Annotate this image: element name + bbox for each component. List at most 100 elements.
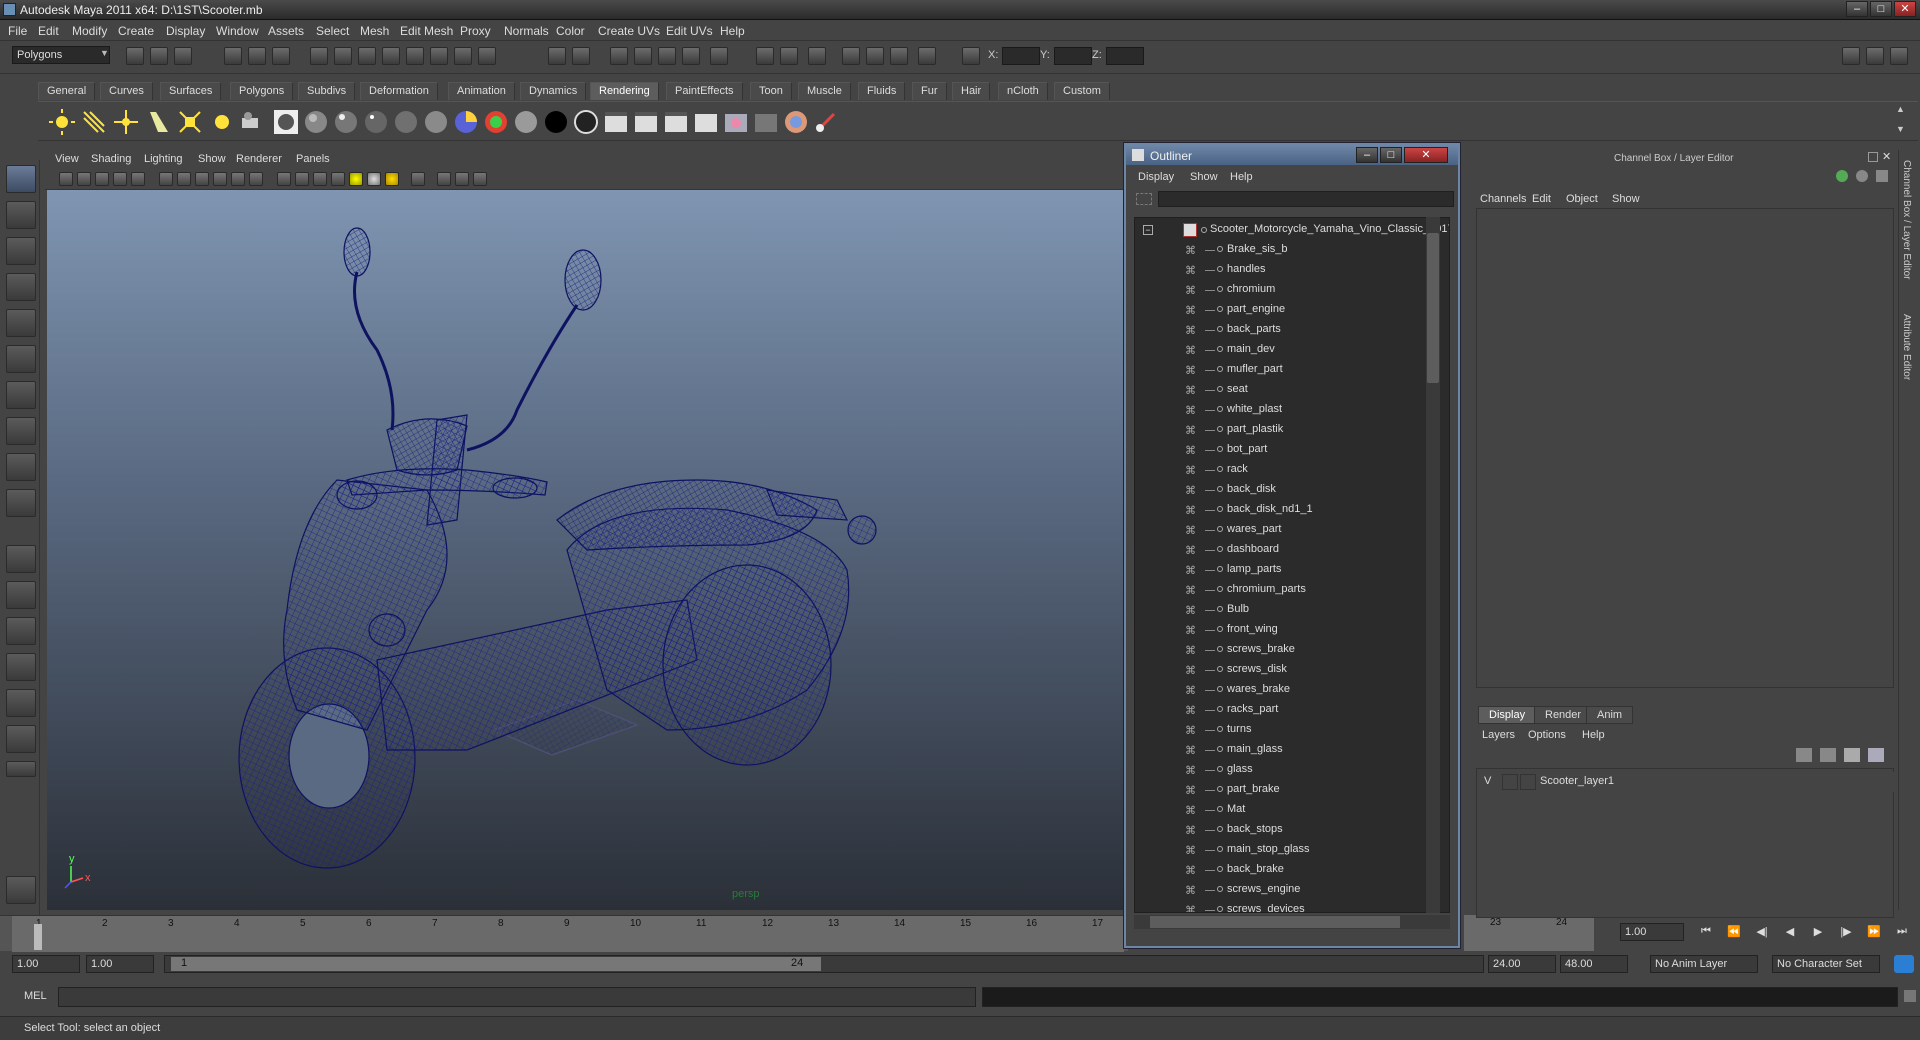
tool-settings-toggle-icon[interactable]	[808, 47, 826, 65]
outliner-vscroll-thumb[interactable]	[1427, 233, 1439, 383]
soft-mod-tool-icon[interactable]	[6, 417, 36, 445]
outliner-menu-show[interactable]: Show	[1190, 171, 1218, 183]
list-item[interactable]: ⌘ back_disk	[1135, 480, 1435, 500]
ramp-shader-icon[interactable]	[482, 108, 510, 136]
shelf-scroll-up-icon[interactable]: ▲	[1896, 104, 1905, 114]
tab-fluids[interactable]: Fluids	[858, 82, 906, 100]
playback-end-field[interactable]: 24.00	[1488, 955, 1556, 973]
list-item[interactable]: ⌘ racks_part	[1135, 700, 1435, 720]
render-view-icon[interactable]	[710, 47, 728, 65]
safe-title-icon[interactable]	[249, 172, 263, 186]
area-light-icon[interactable]	[176, 108, 204, 136]
list-item[interactable]: ⌘ handles	[1135, 260, 1435, 280]
mask-icon[interactable]	[310, 47, 328, 65]
isolate-select-icon[interactable]	[411, 172, 425, 186]
selection-filter-icon[interactable]	[572, 47, 590, 65]
auto-key-icon[interactable]	[1894, 955, 1914, 973]
menu-set-select[interactable]: Polygons	[12, 46, 110, 64]
outliner-menu-display[interactable]: Display	[1138, 171, 1174, 183]
menu-normals[interactable]: Normals	[504, 24, 549, 38]
menu-display[interactable]: Display	[166, 24, 205, 38]
character-set-select[interactable]: No Character Set	[1772, 955, 1880, 973]
help-icon[interactable]	[478, 47, 496, 65]
layer-name[interactable]: Scooter_layer1	[1540, 775, 1614, 787]
manipulator-icon[interactable]	[1836, 170, 1848, 182]
transform-input-icon[interactable]	[962, 47, 980, 65]
y-field[interactable]	[1054, 47, 1092, 65]
outliner-persp-layout-icon[interactable]	[6, 617, 36, 645]
snap-point-icon[interactable]	[382, 47, 400, 65]
list-item[interactable]: ⌘ back_disk_nd1_1	[1135, 500, 1435, 520]
hyperbolic-icon[interactable]	[1876, 170, 1888, 182]
attribute-editor-toggle-icon[interactable]	[780, 47, 798, 65]
list-item[interactable]: ⌘ seat	[1135, 380, 1435, 400]
outliner-maximize-button[interactable]: □	[1380, 147, 1402, 163]
persp-graph-layout-icon[interactable]	[6, 653, 36, 681]
clapper-icon-2[interactable]	[632, 108, 660, 136]
rotate-tool-icon[interactable]	[6, 309, 36, 337]
hypershade-icon[interactable]	[682, 47, 700, 65]
start-time-field[interactable]: 1.00	[12, 955, 80, 973]
shelf-scroll-down-icon[interactable]: ▼	[1896, 124, 1905, 134]
new-layer-icon[interactable]	[1844, 748, 1860, 762]
show-channel-box-icon[interactable]	[1842, 47, 1860, 65]
tab-animation[interactable]: Animation	[448, 82, 515, 100]
step-forward-key-icon[interactable]: ⏩	[1866, 925, 1882, 941]
graph-layout-icon[interactable]	[890, 47, 908, 65]
list-item[interactable]: ⌘ back_stops	[1135, 820, 1435, 840]
textured-icon[interactable]	[331, 172, 345, 186]
tab-channel-box[interactable]: Channel Box / Layer Editor	[1901, 160, 1912, 280]
list-item[interactable]: ⌘ chromium_parts	[1135, 580, 1435, 600]
close-button[interactable]: ✕	[1894, 1, 1916, 17]
snap-curve-icon[interactable]	[358, 47, 376, 65]
spot-light-icon[interactable]	[144, 108, 172, 136]
tab-hair[interactable]: Hair	[952, 82, 991, 100]
list-item[interactable]: ⌘ part_engine	[1135, 300, 1435, 320]
xray-components-icon[interactable]	[473, 172, 487, 186]
tab-subdivs[interactable]: Subdivs	[298, 82, 356, 100]
gate-mask-icon[interactable]	[195, 172, 209, 186]
move-layer-down-icon[interactable]	[1820, 748, 1836, 762]
surface-shader-icon[interactable]	[512, 108, 540, 136]
film-gate-icon[interactable]	[159, 172, 173, 186]
menu-mesh[interactable]: Mesh	[360, 24, 389, 38]
menu-edit-uvs[interactable]: Edit UVs	[666, 24, 713, 38]
render-current-icon[interactable]	[272, 108, 300, 136]
ambient-light-icon[interactable]	[48, 108, 76, 136]
select-hierarchy-icon[interactable]	[224, 47, 242, 65]
menu-window[interactable]: Window	[216, 24, 259, 38]
render-frame-icon[interactable]	[610, 47, 628, 65]
outliner-close-button[interactable]: ✕	[1404, 147, 1448, 163]
use-all-lights-icon[interactable]	[349, 172, 363, 186]
script-layout-icon[interactable]	[918, 47, 936, 65]
menu-create[interactable]: Create	[118, 24, 154, 38]
step-back-frame-icon[interactable]: ◀|	[1754, 925, 1770, 941]
lock-icon[interactable]	[548, 47, 566, 65]
hand-tool-icon[interactable]	[6, 876, 36, 904]
layer-template-toggle[interactable]	[1502, 774, 1518, 790]
playback-start-field[interactable]: 1.00	[86, 955, 154, 973]
tab-muscle[interactable]: Muscle	[798, 82, 851, 100]
point-light-icon[interactable]	[112, 108, 140, 136]
list-item[interactable]: ⌘ main_stop_glass	[1135, 840, 1435, 860]
select-object-icon[interactable]	[248, 47, 266, 65]
menu-color[interactable]: Color	[556, 24, 585, 38]
batch-render-icon[interactable]	[692, 108, 720, 136]
outliner-hscroll-thumb[interactable]	[1150, 916, 1400, 928]
tab-display[interactable]: Display	[1478, 706, 1537, 724]
xray-icon[interactable]	[437, 172, 451, 186]
volume-light-icon[interactable]	[208, 108, 236, 136]
speed-icon[interactable]	[1856, 170, 1868, 182]
script-editor-icon[interactable]	[1904, 990, 1916, 1002]
current-time-marker[interactable]	[34, 924, 42, 950]
wireframe-icon[interactable]	[277, 172, 291, 186]
show-menu[interactable]: Show	[1612, 193, 1640, 205]
move-tool-icon[interactable]	[6, 273, 36, 301]
tab-toon[interactable]: Toon	[750, 82, 792, 100]
list-item[interactable]: ⌘ mufler_part	[1135, 360, 1435, 380]
list-item[interactable]: ⌘ wares_brake	[1135, 680, 1435, 700]
select-camera-icon[interactable]	[59, 172, 73, 186]
tab-attribute-editor[interactable]: Attribute Editor	[1901, 314, 1912, 380]
single-pane-layout-icon[interactable]	[6, 545, 36, 573]
current-frame-field[interactable]: 1.00	[1620, 923, 1684, 941]
